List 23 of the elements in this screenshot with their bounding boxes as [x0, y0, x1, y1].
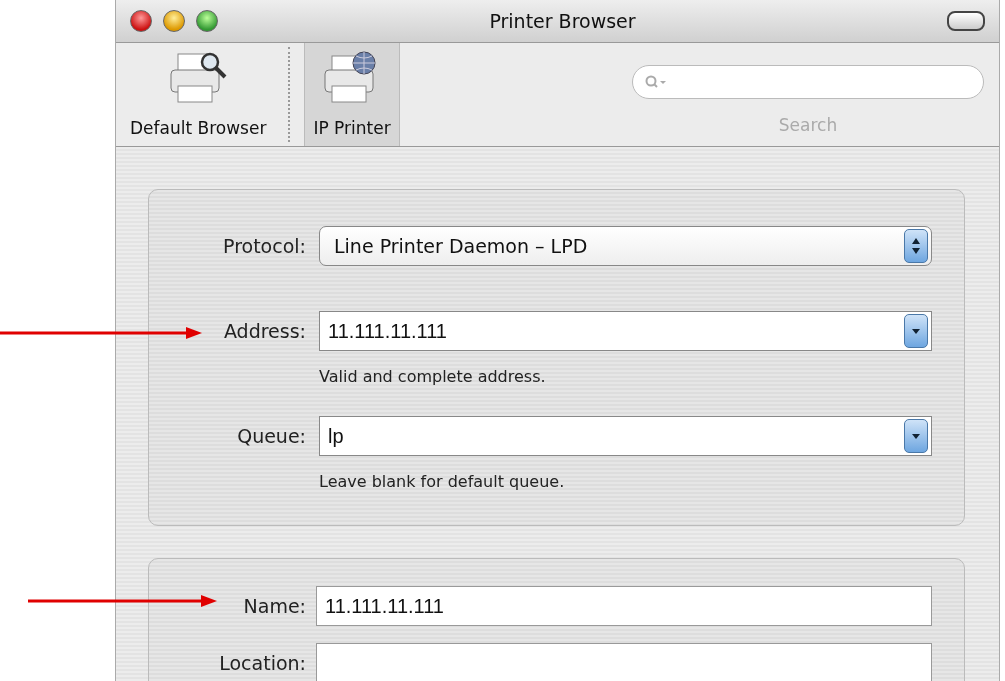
dropdown-arrow-button[interactable] [904, 419, 928, 453]
text-input-field[interactable] [316, 643, 932, 681]
search-label: Search [778, 115, 838, 135]
text-input-field[interactable]: 11.111.11.111 [316, 586, 932, 626]
field-label: Name: [242, 595, 306, 617]
close-button[interactable] [130, 10, 152, 32]
field-label: Protocol: [222, 235, 306, 257]
printer-magnifier-icon [168, 50, 229, 106]
field-label: Address: [222, 320, 306, 342]
protocol-dropdown[interactable]: Line Printer Daemon – LPD [319, 226, 932, 266]
hint-text: Valid and complete address. [319, 366, 546, 386]
field-label: Queue: [236, 425, 306, 447]
search-icon [645, 75, 667, 89]
field-label: Location: [218, 652, 306, 674]
zoom-button[interactable] [196, 10, 218, 32]
window-title: Printer Browser [488, 10, 637, 32]
dropdown-arrow-button[interactable] [904, 314, 928, 348]
toolbar-tab[interactable]: Default Browser [122, 43, 275, 146]
search-field[interactable] [632, 65, 984, 99]
minimize-button[interactable] [163, 10, 185, 32]
toolbar-tab[interactable]: IP Printer [304, 43, 400, 146]
hint-text: Leave blank for default queue. [319, 471, 565, 491]
toolbar-toggle-button[interactable] [947, 11, 985, 31]
